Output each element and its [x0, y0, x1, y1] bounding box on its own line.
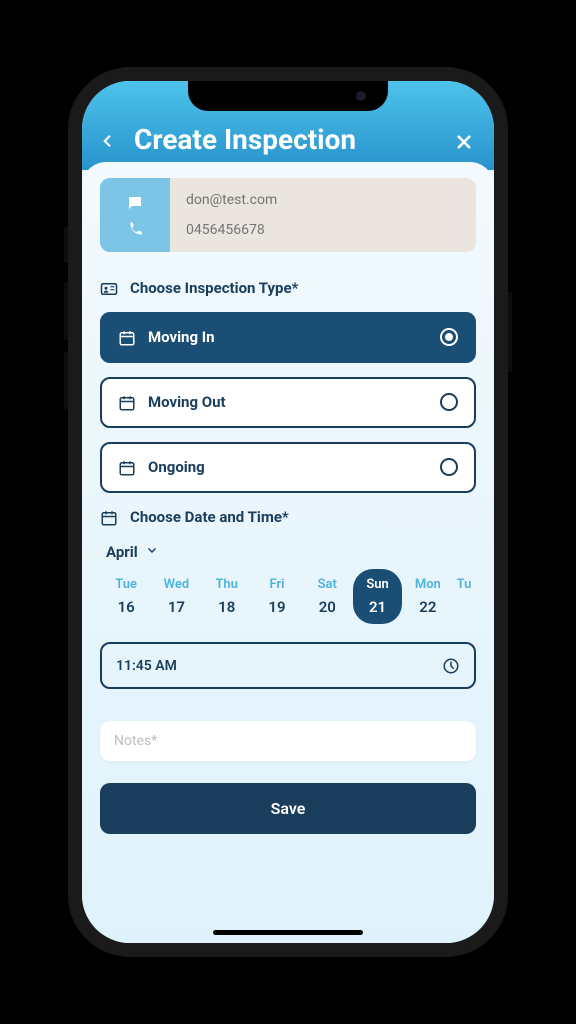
day-date: 22 [419, 598, 436, 616]
calendar-icon [118, 393, 136, 412]
calendar-icon [118, 458, 136, 477]
time-value: 11:45 AM [116, 658, 177, 674]
day-name: Thu [215, 577, 238, 592]
notch [188, 81, 388, 111]
back-button[interactable] [98, 126, 122, 154]
save-label: Save [271, 799, 306, 818]
day-name: Tu [457, 577, 472, 592]
day-date: 19 [268, 598, 285, 616]
inspection-type-heading: Choose Inspection Type* [100, 278, 476, 298]
screen: Create Inspection don@test.com 045645667… [82, 81, 494, 943]
day-option[interactable]: Thu 18 [203, 569, 251, 624]
day-date: 20 [319, 598, 336, 616]
day-option[interactable]: Tue 16 [102, 569, 150, 624]
day-name: Fri [269, 577, 284, 592]
page-title: Create Inspection [134, 123, 438, 156]
contact-icon-column [100, 178, 170, 252]
side-button [64, 352, 68, 410]
phone-frame: Create Inspection don@test.com 045645667… [68, 67, 508, 957]
month-selector[interactable]: April [100, 541, 476, 569]
save-button[interactable]: Save [100, 783, 476, 834]
time-input[interactable]: 11:45 AM [100, 642, 476, 690]
day-option[interactable]: Sat 20 [303, 569, 351, 624]
date-time-heading: Choose Date and Time* [100, 507, 476, 527]
id-card-icon [100, 278, 120, 298]
day-date: 18 [218, 598, 235, 616]
inspection-type-options: Moving In Moving Out Ongoing [100, 312, 476, 493]
clock-icon [442, 656, 460, 676]
month-label: April [106, 543, 138, 561]
day-date: 16 [118, 598, 135, 616]
day-name: Mon [415, 577, 441, 592]
section-label: Choose Inspection Type* [130, 279, 298, 297]
section-label: Choose Date and Time* [130, 508, 289, 526]
side-button [64, 282, 68, 340]
home-indicator[interactable] [213, 930, 363, 935]
close-button[interactable] [450, 123, 478, 156]
contact-details: don@test.com 0456456678 [170, 178, 476, 252]
contact-card: don@test.com 0456456678 [100, 178, 476, 252]
day-date: 17 [168, 598, 185, 616]
radio-indicator [440, 328, 458, 346]
calendar-icon [100, 507, 120, 527]
radio-indicator [440, 393, 458, 411]
day-selector[interactable]: Tue 16 Wed 17 Thu 18 Fri 19 Sat 20 Sun 21 Mon 22 Tu [100, 569, 476, 624]
radio-indicator [440, 458, 458, 476]
day-option[interactable]: Tu [454, 569, 474, 624]
side-button [64, 227, 68, 263]
day-option[interactable]: Wed 17 [152, 569, 200, 624]
day-option[interactable]: Sun 21 [353, 569, 401, 624]
chat-icon[interactable] [126, 190, 144, 214]
day-name: Tue [115, 577, 137, 592]
notes-input[interactable]: Notes* [100, 721, 476, 761]
close-icon [455, 133, 473, 151]
content-area: don@test.com 0456456678 Choose Inspectio… [82, 162, 494, 943]
inspection-type-option[interactable]: Moving Out [100, 377, 476, 428]
day-name: Sat [318, 577, 337, 592]
contact-email: don@test.com [186, 192, 460, 208]
option-label: Ongoing [148, 458, 428, 476]
inspection-type-option[interactable]: Ongoing [100, 442, 476, 493]
option-label: Moving Out [148, 393, 428, 411]
notes-placeholder: Notes* [114, 733, 157, 749]
day-date: 21 [369, 598, 386, 616]
calendar-icon [118, 328, 136, 347]
inspection-type-option[interactable]: Moving In [100, 312, 476, 363]
option-label: Moving In [148, 328, 428, 346]
contact-phone: 0456456678 [186, 222, 460, 238]
side-button [508, 292, 512, 372]
chevron-down-icon [146, 544, 158, 559]
chevron-left-icon [98, 132, 116, 150]
day-name: Wed [164, 577, 190, 592]
phone-icon[interactable] [126, 217, 144, 241]
day-name: Sun [366, 577, 388, 592]
day-option[interactable]: Fri 19 [253, 569, 301, 624]
day-option[interactable]: Mon 22 [404, 569, 452, 624]
